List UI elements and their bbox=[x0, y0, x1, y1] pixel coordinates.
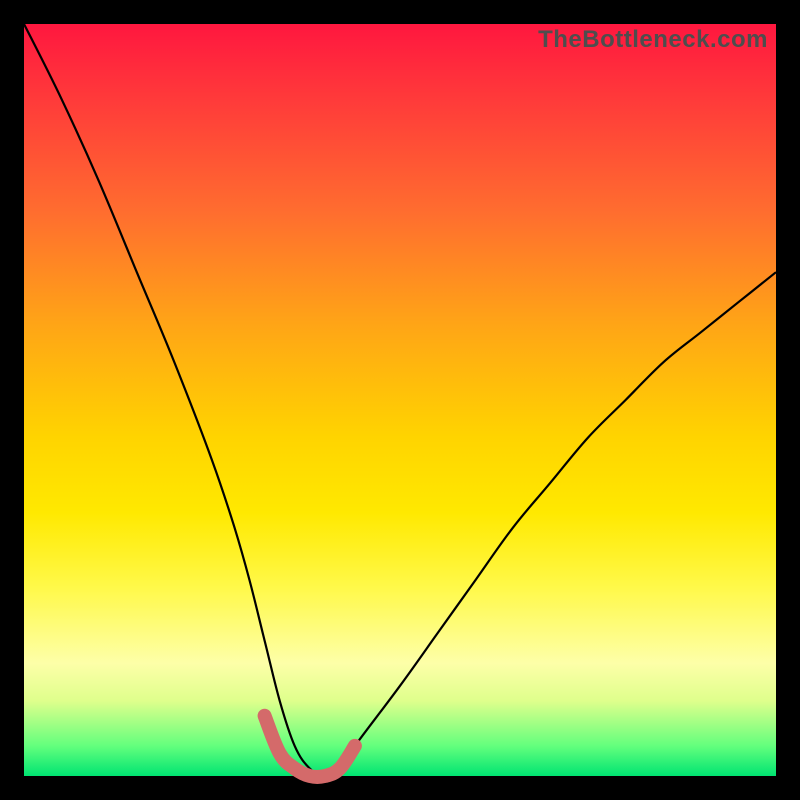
chart-svg bbox=[24, 24, 776, 776]
bottleneck-curve bbox=[24, 24, 776, 776]
chart-frame: TheBottleneck.com bbox=[0, 0, 800, 800]
watermark-text: TheBottleneck.com bbox=[538, 26, 768, 54]
